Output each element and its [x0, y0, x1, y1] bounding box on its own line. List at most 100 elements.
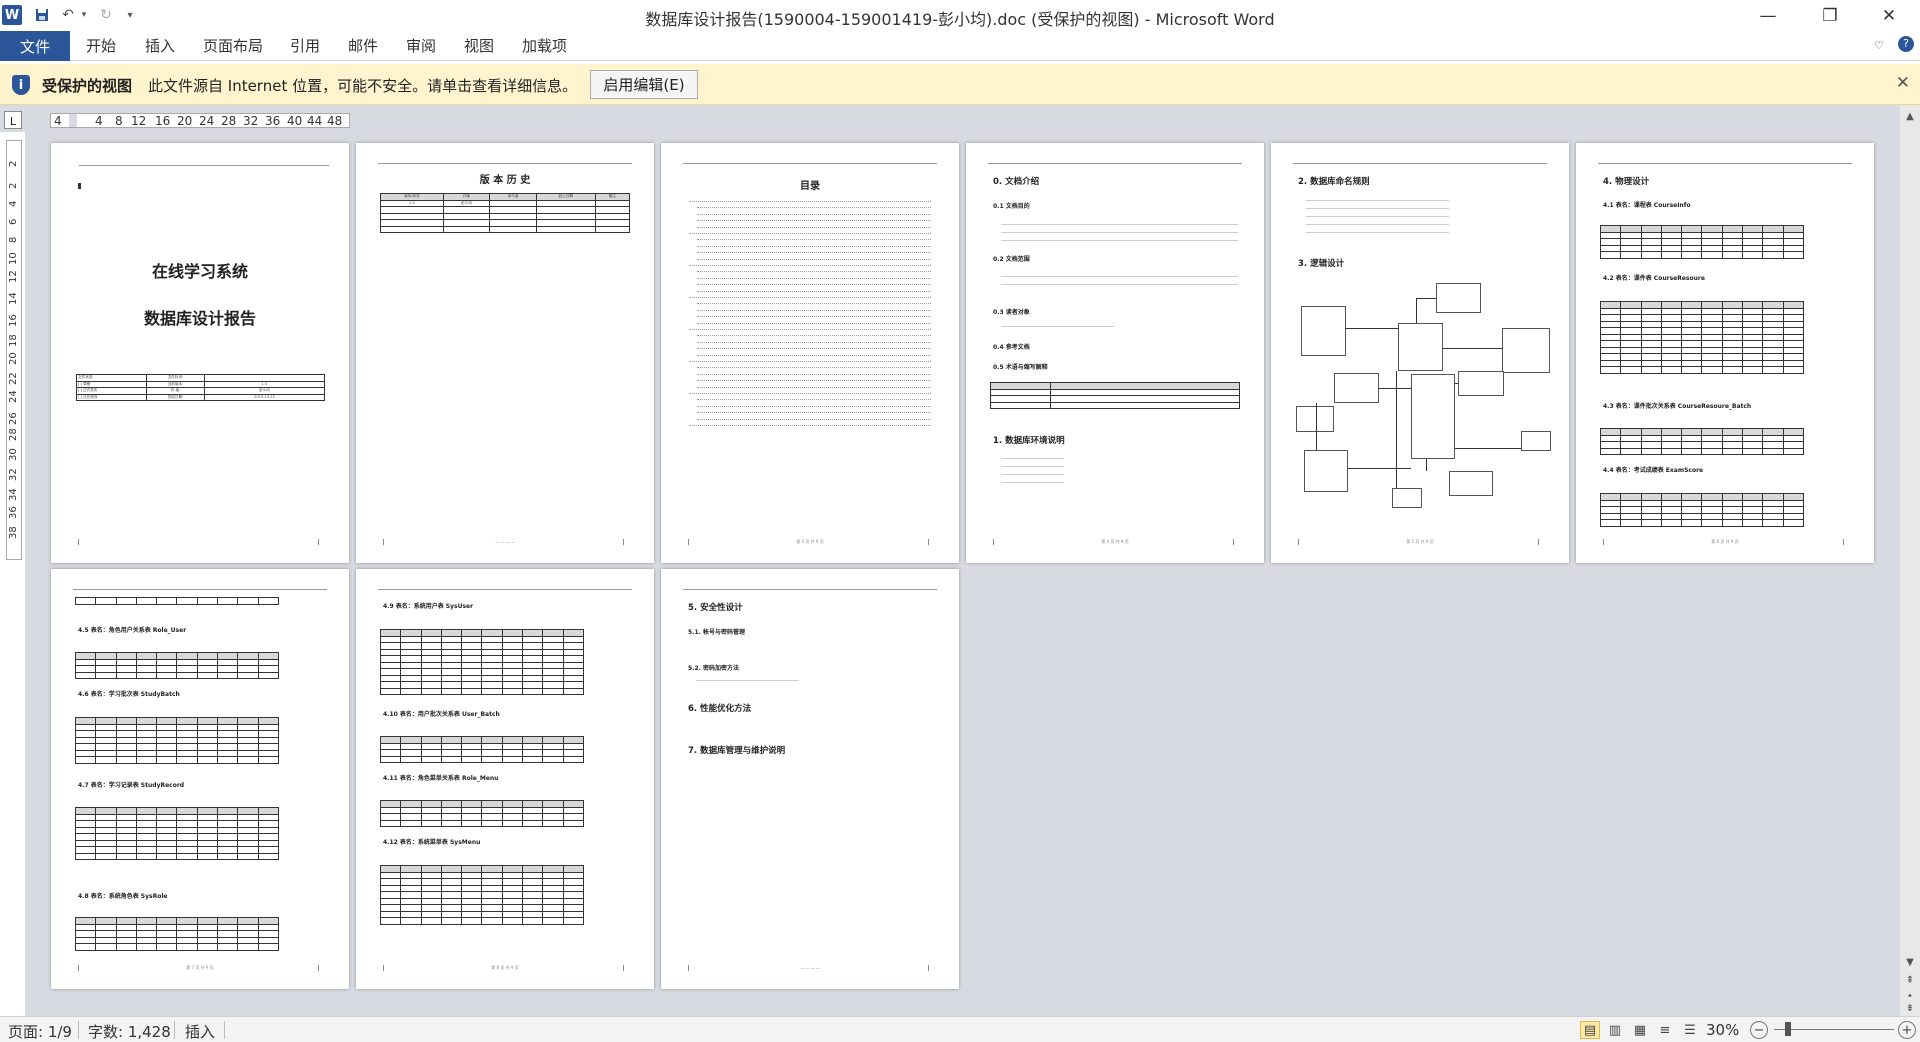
toc-line[interactable] — [697, 243, 931, 247]
toc-line[interactable] — [697, 345, 931, 350]
window-title: 数据库设计报告(1590004-159001419-彭小均).doc (受保护的… — [645, 10, 1275, 29]
toc-line[interactable] — [697, 377, 931, 382]
zoom-slider-thumb[interactable] — [1785, 1022, 1791, 1036]
toc-line[interactable] — [697, 307, 931, 311]
vertical-scrollbar[interactable]: ▲ ▼ ⇞ • ⇟ — [1900, 105, 1920, 1016]
print-layout-icon[interactable]: ▤ — [1580, 1021, 1600, 1039]
toc-line[interactable] — [697, 217, 931, 222]
table-studyrecord — [74, 807, 280, 860]
tab-view[interactable]: 视图 — [464, 35, 494, 56]
toc-line[interactable] — [697, 320, 931, 324]
toc-line[interactable] — [697, 403, 931, 407]
toc-line[interactable] — [697, 224, 931, 228]
toc-line[interactable] — [689, 422, 931, 426]
vertical-ruler[interactable]: 2 2 4 6 8 10 12 14 16 18 20 22 24 26 28 … — [6, 140, 22, 560]
toc-line[interactable] — [697, 384, 931, 388]
toc-line[interactable] — [689, 390, 931, 394]
protected-view-bar: i 受保护的视图 此文件源自 Internet 位置，可能不安全。请单击查看详细… — [0, 64, 1920, 105]
page-2[interactable]: 版 本 历 史 版本/状态 作者 参与者 起止日期 备注 1.0 彭小均 — — — — — [356, 143, 654, 563]
full-screen-reading-icon[interactable]: ▥ — [1605, 1021, 1625, 1039]
heading-account-password: 5.1. 帐号与密码管理 — [688, 629, 745, 636]
prev-page-icon[interactable]: ⇞ — [1900, 975, 1920, 986]
help-icon[interactable]: ? — [1898, 36, 1914, 52]
tab-file[interactable]: 文件 — [0, 31, 70, 61]
page-5[interactable]: 2. 数据库命名规则 3. 逻辑设计 第 5 页 共 9 页 — [1271, 143, 1569, 563]
page-1[interactable]: 在线学习系统 数据库设计报告 文件状态: 文件标识: [ ] 草稿 当前版本: 1.0… — [51, 143, 349, 563]
enable-editing-button[interactable]: 启用编辑(E) — [590, 70, 698, 99]
zoom-out-icon[interactable]: − — [1750, 1021, 1768, 1039]
toc-line[interactable] — [697, 236, 931, 241]
toc-line[interactable] — [697, 256, 931, 260]
toc-line[interactable] — [697, 275, 931, 279]
next-page-icon[interactable]: ⇟ — [1900, 1003, 1920, 1014]
page-6[interactable]: 4. 物理设计 4.1 表名：课程表 CourseInfo 4.2 表名：课件表… — [1576, 143, 1874, 563]
page-4[interactable]: 0. 文档介绍 0.1 文档目的 0.2 文档范围 0.3 读者对象 0.4 参… — [966, 143, 1264, 563]
horizontal-ruler[interactable]: 4 4 8 12 16 20 24 28 32 36 40 44 48 — [50, 113, 350, 128]
tab-review[interactable]: 审阅 — [406, 35, 436, 56]
minimize-icon[interactable]: — — [1745, 0, 1791, 31]
toc-line[interactable] — [697, 300, 931, 305]
scroll-down-icon[interactable]: ▼ — [1900, 957, 1920, 968]
table-examscore — [1599, 493, 1805, 527]
toc-line[interactable] — [697, 416, 931, 420]
toc-line[interactable] — [697, 204, 931, 209]
toc-line[interactable] — [689, 294, 931, 298]
toc-line[interactable] — [697, 313, 931, 318]
table-title-courseinfo: 4.1 表名：课程表 CourseInfo — [1603, 202, 1691, 209]
table-courseinfo — [1599, 225, 1805, 259]
toc-line[interactable] — [697, 332, 931, 337]
word-count[interactable]: 字数: 1,428 — [88, 1021, 171, 1042]
table-title-user-batch: 4.10 表名：用户批次关系表 User_Batch — [383, 711, 500, 718]
page-7[interactable]: 4.5 表名：角色用户关系表 Role_User 4.6 表名：学习批次表 St… — [51, 569, 349, 989]
tab-selector-icon[interactable]: L — [4, 111, 22, 129]
zoom-in-icon[interactable]: + — [1898, 1021, 1916, 1039]
toc-line[interactable] — [697, 211, 931, 215]
close-bar-icon[interactable]: ✕ — [1896, 73, 1910, 93]
toc-line[interactable] — [689, 262, 931, 266]
tab-addins[interactable]: 加载项 — [522, 35, 567, 56]
toc-line[interactable] — [689, 326, 931, 330]
restore-icon[interactable]: ❐ — [1807, 0, 1853, 31]
paragraph-placeholder — [1001, 221, 1238, 245]
browse-object-icon[interactable]: • — [1900, 991, 1920, 1002]
insert-mode[interactable]: 插入 — [185, 1021, 215, 1042]
toc-line[interactable] — [689, 358, 931, 362]
zoom-level[interactable]: 30% — [1706, 1021, 1739, 1039]
toc-line[interactable] — [697, 364, 931, 369]
tab-references[interactable]: 引用 — [290, 35, 320, 56]
page-8[interactable]: 4.9 表名：系统用户表 SysUser 4.10 表名：用户批次关系表 Use… — [356, 569, 654, 989]
status-bar: 页面: 1/9 字数: 1,428 插入 ▤ ▥ ▦ ≡ ☰ 30% − + — [0, 1016, 1920, 1042]
toc-line[interactable] — [697, 339, 931, 343]
table-title-studybatch: 4.6 表名：学习批次表 StudyBatch — [78, 691, 180, 698]
toc-line[interactable] — [697, 249, 931, 254]
page-9[interactable]: 5. 安全性设计 5.1. 帐号与密码管理 5.2. 密码加密方法 6. 性能优… — [661, 569, 959, 989]
heading-doc-intro: 0. 文档介绍 — [993, 177, 1040, 187]
toc-line[interactable] — [697, 352, 931, 356]
toc-line[interactable] — [689, 198, 931, 202]
zoom-slider[interactable] — [1774, 1029, 1894, 1030]
outline-icon[interactable]: ≡ — [1655, 1021, 1675, 1039]
protected-view-message[interactable]: 此文件源自 Internet 位置，可能不安全。请单击查看详细信息。 — [148, 75, 577, 96]
page-count[interactable]: 页面: 1/9 — [8, 1021, 72, 1042]
heading-physical-design: 4. 物理设计 — [1603, 177, 1650, 187]
tab-page-layout[interactable]: 页面布局 — [203, 35, 263, 56]
toc-line[interactable] — [697, 268, 931, 273]
toc-line[interactable] — [697, 281, 931, 286]
toc-line[interactable] — [697, 288, 931, 292]
toc-line[interactable] — [697, 396, 931, 401]
toc-line[interactable] — [689, 230, 931, 234]
tab-insert[interactable]: 插入 — [145, 35, 175, 56]
draft-icon[interactable]: ☰ — [1680, 1021, 1700, 1039]
page-footer: — — — — — [495, 540, 515, 545]
ribbon-collapse-icon[interactable]: ♡ — [1874, 39, 1884, 52]
page-3[interactable]: 目录 第 3 页 共 9 页 — [661, 143, 959, 563]
toc-line[interactable] — [697, 409, 931, 414]
close-icon[interactable]: ✕ — [1866, 0, 1912, 31]
scroll-up-icon[interactable]: ▲ — [1900, 111, 1920, 122]
tab-mailings[interactable]: 邮件 — [348, 35, 378, 56]
table-title-courseresoure: 4.2 表名：课件表 CourseResoure — [1603, 275, 1705, 282]
web-layout-icon[interactable]: ▦ — [1630, 1021, 1650, 1039]
tab-home[interactable]: 开始 — [86, 35, 116, 56]
paragraph-placeholder — [1001, 323, 1114, 331]
toc-line[interactable] — [697, 371, 931, 375]
